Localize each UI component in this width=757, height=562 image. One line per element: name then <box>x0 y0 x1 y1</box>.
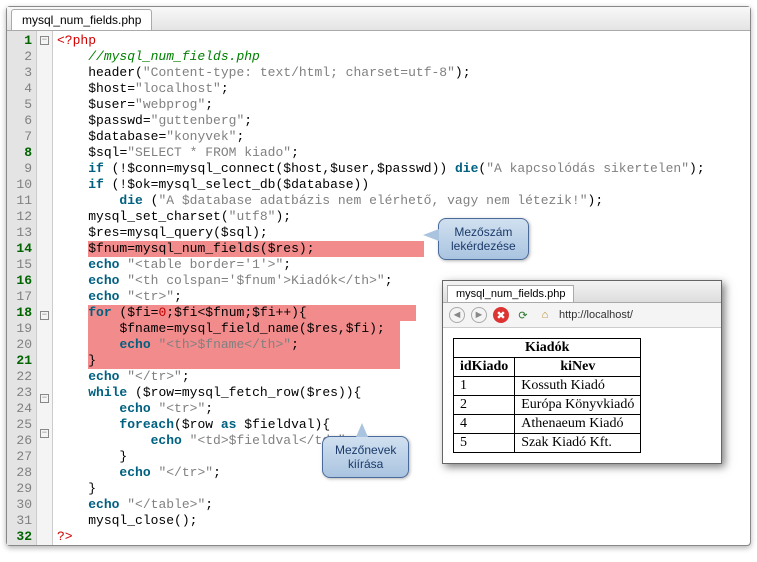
result-table: KiadókidKiadokiNev1Kossuth Kiadó2Európa … <box>453 338 641 453</box>
fold-gutter: −−−− <box>37 31 53 545</box>
code-line[interactable]: $user="webprog"; <box>57 97 705 113</box>
line-gutter: 1234567891011121314151617181920212223242… <box>7 31 37 545</box>
callout-field-count: Mezőszámlekérdezése <box>438 218 529 260</box>
tab-bar: mysql_num_fields.php <box>7 7 750 31</box>
home-icon[interactable]: ⌂ <box>537 307 553 323</box>
callout-field-names: Mezőnevekkiírása <box>322 436 409 478</box>
preview-body: KiadókidKiadokiNev1Kossuth Kiadó2Európa … <box>443 328 721 463</box>
code-line[interactable]: $sql="SELECT * FROM kiado"; <box>57 145 705 161</box>
editor-tab[interactable]: mysql_num_fields.php <box>11 9 152 30</box>
code-line[interactable]: if (!$ok=mysql_select_db($database)) <box>57 177 705 193</box>
code-line[interactable]: $passwd="guttenberg"; <box>57 113 705 129</box>
refresh-icon[interactable]: ⟳ <box>515 307 531 323</box>
code-line[interactable]: mysql_close(); <box>57 513 705 529</box>
code-line[interactable]: $fnum=mysql_num_fields($res); <box>57 241 705 257</box>
back-icon[interactable]: ◄ <box>449 307 465 323</box>
code-line[interactable]: echo "</table>"; <box>57 497 705 513</box>
code-line[interactable]: <?php <box>57 33 705 49</box>
url-bar[interactable]: http://localhost/ <box>559 309 633 321</box>
code-line[interactable]: die ("A $database adatbázis nem elérhető… <box>57 193 705 209</box>
forward-icon[interactable]: ► <box>471 307 487 323</box>
preview-tab-bar: mysql_num_fields.php <box>443 281 721 303</box>
code-line[interactable]: header("Content-type: text/html; charset… <box>57 65 705 81</box>
code-line[interactable]: $res=mysql_query($sql); <box>57 225 705 241</box>
code-line[interactable]: } <box>57 481 705 497</box>
code-line[interactable]: $host="localhost"; <box>57 81 705 97</box>
code-line[interactable]: echo "<table border='1'>"; <box>57 257 705 273</box>
preview-toolbar: ◄ ► ✖ ⟳ ⌂ http://localhost/ <box>443 303 721 328</box>
browser-preview: mysql_num_fields.php ◄ ► ✖ ⟳ ⌂ http://lo… <box>442 280 722 464</box>
code-line[interactable]: ?> <box>57 529 705 545</box>
code-line[interactable]: //mysql_num_fields.php <box>57 49 705 65</box>
code-line[interactable]: if (!$conn=mysql_connect($host,$user,$pa… <box>57 161 705 177</box>
code-line[interactable]: $database="konyvek"; <box>57 129 705 145</box>
preview-tab[interactable]: mysql_num_fields.php <box>447 285 574 302</box>
code-line[interactable]: mysql_set_charset("utf8"); <box>57 209 705 225</box>
stop-icon[interactable]: ✖ <box>493 307 509 323</box>
